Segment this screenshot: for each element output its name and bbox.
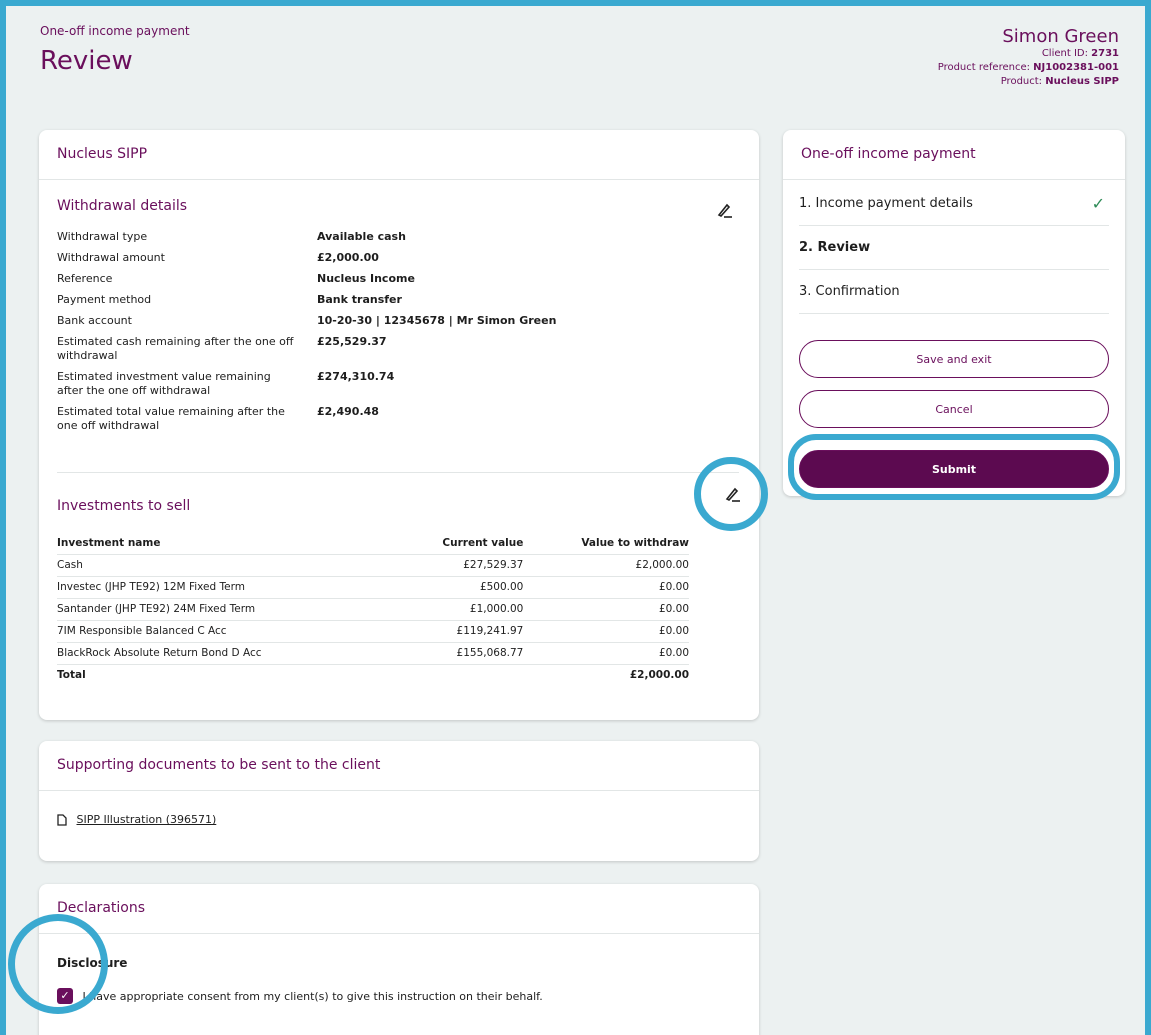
column-header: Value to withdraw (523, 532, 689, 555)
column-header: Investment name (57, 532, 387, 555)
investments-title: Investments to sell (57, 498, 191, 514)
current-value: £500.00 (386, 576, 524, 599)
table-row: Investec (JHP TE92) 12M Fixed Term £500.… (57, 576, 689, 599)
check-icon: ✓ (1091, 194, 1105, 213)
consent-text: I have appropriate consent from my clien… (82, 989, 543, 1003)
total-label: Total (57, 669, 86, 682)
submit-button[interactable]: Submit (799, 450, 1109, 488)
document-icon (57, 813, 71, 826)
declarations-card-title: Declarations (39, 884, 759, 934)
client-id: Client ID: 2731 (1041, 48, 1119, 59)
client-info: Simon Green Client ID: 2731 Product refe… (938, 26, 1119, 89)
total-value: £2,000.00 (629, 669, 689, 682)
current-value: £119,241.97 (386, 620, 524, 643)
step-label: 3. Confirmation (799, 284, 900, 299)
current-value: £155,068.77 (386, 642, 524, 665)
progress-card-title: One-off income payment (783, 130, 1125, 180)
product-card: Nucleus SIPP Withdrawal details Withdraw… (39, 130, 759, 720)
current-value: £27,529.37 (386, 554, 524, 577)
investment-name: Cash (57, 554, 387, 577)
investments-table: Investment name Current value Value to w… (57, 532, 689, 686)
documents-card-title: Supporting documents to be sent to the c… (39, 741, 759, 791)
value-to-withdraw: £0.00 (523, 598, 689, 621)
app-frame: One-off income payment Review Simon Gree… (0, 0, 1151, 1035)
document-link-label[interactable]: SIPP Illustration (396571) (77, 813, 217, 826)
declarations-card: Declarations Disclosure ✓ I have appropr… (39, 884, 759, 1035)
section-divider (57, 472, 739, 473)
step-confirmation: 3. Confirmation (799, 270, 1109, 314)
documents-card: Supporting documents to be sent to the c… (39, 741, 759, 861)
investment-name: 7IM Responsible Balanced C Acc (57, 620, 387, 643)
product-reference: Product reference: NJ1002381-001 (937, 62, 1119, 73)
table-header-row: Investment name Current value Value to w… (57, 532, 689, 555)
step-label: 2. Review (799, 240, 871, 255)
step-list: 1. Income payment details ✓ 2. Review 3.… (783, 182, 1125, 314)
value-to-withdraw: £0.00 (523, 642, 689, 665)
product-card-title: Nucleus SIPP (39, 130, 759, 180)
edit-investments-icon[interactable] (723, 484, 743, 504)
save-and-exit-button[interactable]: Save and exit (799, 340, 1109, 378)
client-name: Simon Green (1002, 26, 1119, 47)
progress-card: One-off income payment 1. Income payment… (783, 130, 1125, 496)
value-to-withdraw: £0.00 (523, 576, 689, 599)
value-to-withdraw: £2,000.00 (523, 554, 689, 577)
table-row: 7IM Responsible Balanced C Acc £119,241.… (57, 620, 689, 643)
consent-checkbox[interactable]: ✓ (57, 988, 73, 1004)
step-label: 1. Income payment details (799, 196, 973, 211)
product-name: Product: Nucleus SIPP (1000, 76, 1119, 87)
step-review: 2. Review (799, 226, 1109, 270)
document-link[interactable]: SIPP Illustration (396571) (57, 813, 216, 826)
page-header: One-off income payment Review (40, 24, 190, 76)
column-header: Current value (386, 532, 524, 555)
investment-name: Santander (JHP TE92) 24M Fixed Term (57, 598, 387, 621)
withdrawal-details-title: Withdrawal details (57, 198, 188, 214)
current-value: £1,000.00 (386, 598, 524, 621)
table-row: BlackRock Absolute Return Bond D Acc £15… (57, 642, 689, 665)
table-row: Santander (JHP TE92) 24M Fixed Term £1,0… (57, 598, 689, 621)
investment-name: BlackRock Absolute Return Bond D Acc (57, 642, 387, 665)
investment-name: Investec (JHP TE92) 12M Fixed Term (57, 576, 387, 599)
value-to-withdraw: £0.00 (523, 620, 689, 643)
consent-row[interactable]: ✓ I have appropriate consent from my cli… (57, 988, 543, 1004)
step-income-details: 1. Income payment details ✓ (799, 182, 1109, 226)
page-subtitle: One-off income payment (40, 24, 190, 38)
edit-withdrawal-icon[interactable] (715, 200, 735, 220)
table-row: Cash £27,529.37 £2,000.00 (57, 554, 689, 577)
disclosure-heading: Disclosure (57, 956, 128, 970)
page-title: Review (40, 46, 133, 76)
cancel-button[interactable]: Cancel (799, 390, 1109, 428)
table-total-row: Total £2,000.00 (57, 664, 689, 686)
